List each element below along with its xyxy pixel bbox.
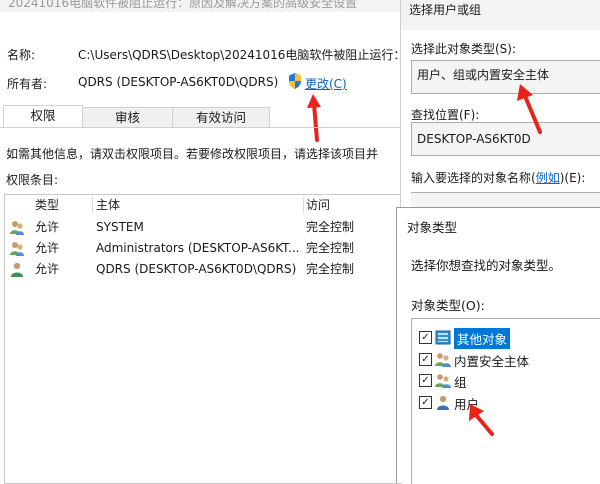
table-row[interactable]: 允许 Administrators (DESKTOP-AS6KT... 完全控制 [5, 238, 401, 259]
enter-names-label: 输入要选择的对象名称(例如)(E): [411, 169, 585, 186]
row-type: 允许 [35, 241, 60, 255]
object-types-dialog: 对象类型 选择你想查找的对象类型。 对象类型(O): ✓ 其他对象 ✓ 内置安全… [396, 207, 600, 484]
location-label: 查找位置(F): [411, 108, 480, 122]
permission-entries-list[interactable]: 类型 主体 访问 允许 SYSTEM 完全控制 允许 Administrator… [4, 194, 402, 484]
list-item-user[interactable]: ✓ 用户 [412, 392, 600, 412]
owner-value: QDRS (DESKTOP-AS6KT0D\QDRS) [78, 75, 279, 89]
enter-names-suffix: )(E): [559, 171, 586, 185]
builtin-principal-label: 内置安全主体 [454, 354, 530, 369]
column-separator[interactable] [92, 197, 93, 213]
location-value: DESKTOP-AS6KT0D [417, 132, 531, 146]
table-row[interactable]: 允许 SYSTEM 完全控制 [5, 217, 401, 238]
other-objects-label: 其他对象 [454, 328, 511, 349]
row-principal: QDRS (DESKTOP-AS6KT0D\QDRS) [96, 262, 297, 276]
row-type: 允许 [35, 220, 60, 234]
tab-permissions[interactable]: 权限 [3, 105, 83, 128]
object-types-label: 对象类型(O): [411, 298, 485, 313]
select-users-dialog: 选择用户或组 选择此对象类型(S): 用户、组或内置安全主体 查找位置(F): … [400, 0, 600, 213]
tab-auditing[interactable]: 审核 [82, 107, 173, 128]
examples-link[interactable]: 例如 [536, 171, 560, 185]
row-access: 完全控制 [306, 241, 355, 255]
red-arrow-icon [517, 84, 542, 134]
object-type-value: 用户、组或内置安全主体 [417, 68, 550, 82]
column-separator[interactable] [303, 197, 304, 213]
name-value: C:\Users\QDRS\Desktop\20241016电脑软件被阻止运行： [78, 48, 400, 62]
shield-icon [289, 73, 301, 89]
group-checkbox[interactable]: ✓ [419, 374, 432, 387]
user-checkbox[interactable]: ✓ [419, 396, 432, 409]
owner-label: 所有者: [7, 77, 48, 91]
group-label: 组 [454, 375, 467, 390]
object-dialog-prompt: 选择你想查找的对象类型。 [411, 258, 562, 273]
row-type: 允许 [35, 262, 60, 276]
list-item-group[interactable]: ✓ 组 [412, 370, 600, 390]
other-objects-icon [435, 330, 451, 345]
object-type-label: 选择此对象类型(S): [411, 42, 517, 56]
object-dialog-title: 对象类型 [407, 220, 458, 235]
user-icon [11, 262, 23, 277]
window-title: 20241016电脑软件被阻止运行：原因及解决方案的高级安全设置 [8, 0, 358, 10]
row-access: 完全控制 [306, 220, 355, 234]
red-arrow-icon [307, 94, 321, 142]
column-header-access[interactable]: 访问 [306, 195, 330, 215]
user-icon [437, 395, 449, 410]
list-item-other-objects[interactable]: ✓ 其他对象 [412, 327, 600, 349]
object-type-field: 用户、组或内置安全主体 [411, 60, 600, 94]
row-principal: Administrators (DESKTOP-AS6KT... [96, 241, 300, 255]
other-objects-checkbox[interactable]: ✓ [419, 331, 432, 344]
location-field: DESKTOP-AS6KT0D [411, 122, 600, 156]
group-icon [435, 374, 451, 388]
select-dialog-title: 选择用户或组 [409, 3, 482, 17]
tab-effective-access[interactable]: 有效访问 [172, 107, 270, 128]
builtin-principal-checkbox[interactable]: ✓ [419, 353, 432, 366]
builtin-principal-icon [435, 353, 451, 367]
red-arrow-icon [469, 404, 494, 436]
change-owner-link[interactable]: 更改(C) [305, 75, 347, 92]
row-access: 完全控制 [306, 262, 355, 276]
group-user-icon [10, 242, 24, 256]
permission-entries-label: 权限条目: [6, 173, 59, 187]
name-label: 名称: [7, 48, 36, 62]
info-text: 如需其他信息，请双击权限项目。若要修改权限项目，请选择该项目并 [6, 147, 379, 161]
column-header-principal[interactable]: 主体 [96, 195, 120, 215]
enter-names-prefix: 输入要选择的对象名称( [411, 171, 536, 185]
row-principal: SYSTEM [96, 220, 144, 234]
tab-divider [0, 127, 404, 128]
table-row[interactable]: 允许 QDRS (DESKTOP-AS6KT0D\QDRS) 完全控制 [5, 259, 401, 280]
object-types-list[interactable]: ✓ 其他对象 ✓ 内置安全主体 ✓ 组 ✓ 用户 [411, 318, 600, 484]
column-header-type[interactable]: 类型 [35, 195, 59, 215]
group-user-icon [10, 221, 24, 235]
list-item-builtin-principal[interactable]: ✓ 内置安全主体 [412, 349, 600, 369]
select-dialog-titlebar: 选择用户或组 [401, 0, 600, 30]
